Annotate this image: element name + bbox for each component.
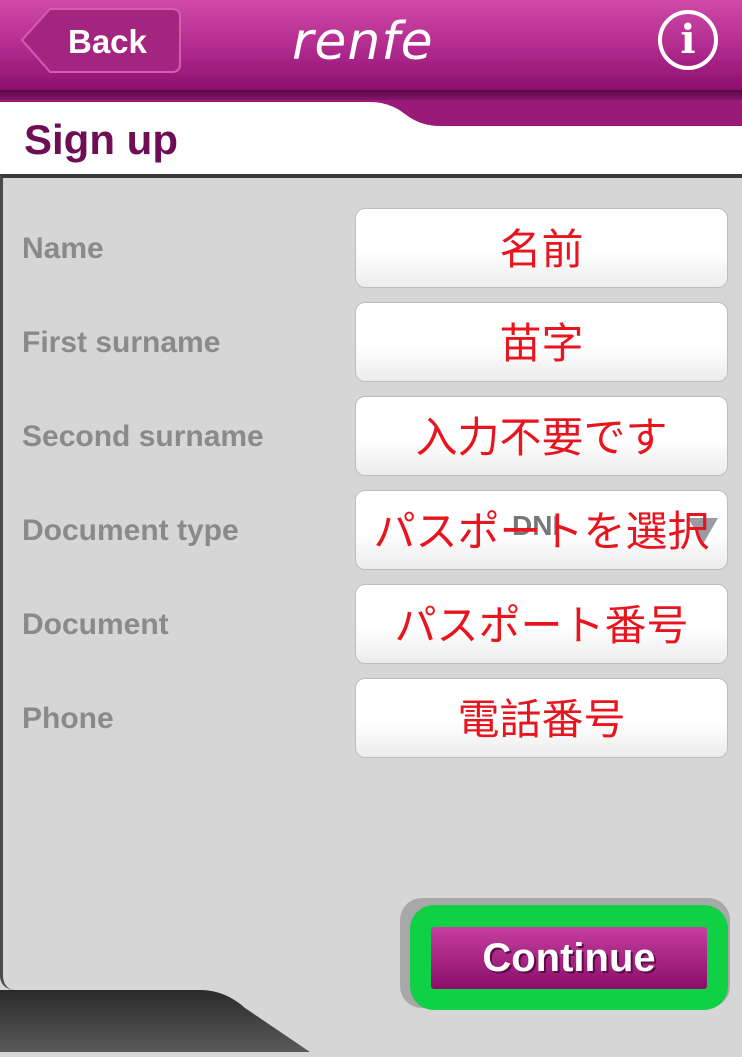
first-surname-label: First surname <box>22 326 221 359</box>
form-row-document-type: Document type DNI パスポートを選択 <box>0 490 742 570</box>
form-panel <box>0 174 742 990</box>
second-surname-label: Second surname <box>22 420 264 453</box>
form-row-document: Document パスポート番号 <box>0 584 742 664</box>
annotation-second-surname: 入力不要です <box>415 413 668 462</box>
name-label: Name <box>22 232 104 265</box>
phone-label: Phone <box>22 702 114 735</box>
form-row-phone: Phone 電話番号 <box>0 678 742 758</box>
form-row-second-surname: Second surname 入力不要です <box>0 396 742 476</box>
back-button[interactable]: Back <box>20 7 182 74</box>
back-label: Back <box>68 23 147 60</box>
annotation-document: パスポート番号 <box>394 601 689 650</box>
annotation-document-type: パスポートを選択 <box>373 507 710 556</box>
form-row-name: Name 名前 <box>0 208 742 288</box>
page-title: Sign up <box>24 116 178 163</box>
renfe-logo: renfe <box>292 12 434 72</box>
annotation-phone: 電話番号 <box>457 695 626 744</box>
annotation-first-surname: 苗字 <box>499 319 584 368</box>
document-type-label: Document type <box>22 514 239 547</box>
info-icon[interactable]: i <box>658 10 718 70</box>
annotation-name: 名前 <box>499 225 584 274</box>
title-bar: Sign up <box>0 102 742 174</box>
document-label: Document <box>22 608 169 641</box>
form-row-first-surname: First surname 苗字 <box>0 302 742 382</box>
continue-button[interactable]: Continue <box>431 927 707 989</box>
